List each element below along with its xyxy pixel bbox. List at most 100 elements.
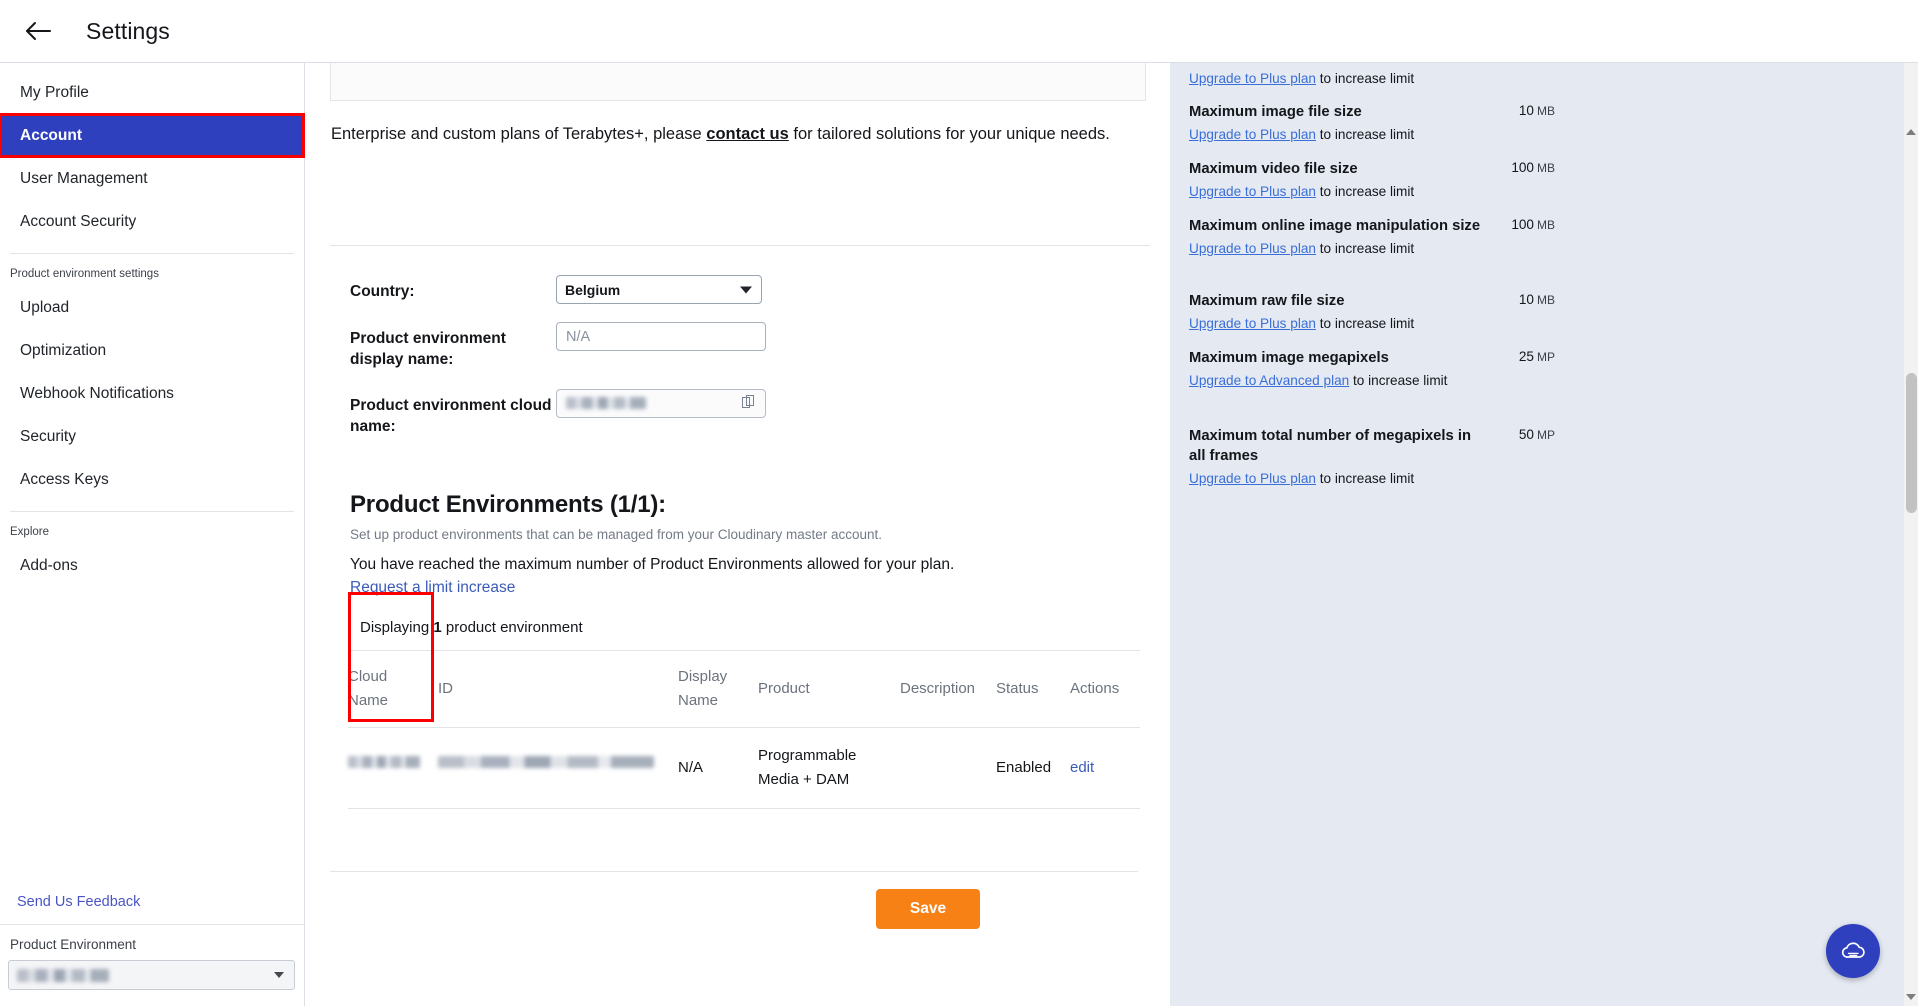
cell-status: Enabled xyxy=(996,728,1070,809)
cloudinary-help-button[interactable] xyxy=(1826,924,1880,978)
sidebar-item-security[interactable]: Security xyxy=(0,415,304,458)
limit-value-number: 25 xyxy=(1519,349,1534,364)
sidebar-item-webhook-notifications[interactable]: Webhook Notifications xyxy=(0,372,304,415)
chevron-down-icon xyxy=(740,286,752,293)
sidebar-item-label: My Profile xyxy=(20,84,89,102)
product-environment-value-redacted xyxy=(17,969,109,982)
upgrade-link[interactable]: Upgrade to Plus plan xyxy=(1189,316,1316,331)
display-name-placeholder: N/A xyxy=(566,329,590,345)
limit-item-online-manipulation-size: Maximum online image manipulation size U… xyxy=(1189,217,1555,258)
displaying-prefix: Displaying xyxy=(360,619,433,636)
limit-value: 50MP xyxy=(1519,427,1555,442)
table-header-row: Cloud Name ID Display Name Product Descr… xyxy=(348,651,1140,728)
sidebar-item-label: Upload xyxy=(20,299,69,317)
column-header-description: Description xyxy=(900,651,996,728)
country-select[interactable]: Belgium xyxy=(556,275,762,304)
limit-item-raw-file-size: Maximum raw file size Upgrade to Plus pl… xyxy=(1189,292,1555,333)
cloud-name-value-redacted xyxy=(566,397,646,409)
upgrade-suffix: to increase limit xyxy=(1316,316,1414,331)
contact-us-link[interactable]: contact us xyxy=(706,125,789,143)
limit-upgrade-text: Upgrade to Advanced plan to increase lim… xyxy=(1189,371,1489,390)
sidebar-item-add-ons[interactable]: Add-ons xyxy=(0,544,304,587)
page-title: Settings xyxy=(86,18,170,45)
upgrade-suffix: to increase limit xyxy=(1349,373,1447,388)
upgrade-suffix: to increase limit xyxy=(1316,127,1414,142)
displaying-count-text: Displaying 1 product environment xyxy=(306,619,1170,636)
limit-name: Maximum total number of megapixels in al… xyxy=(1189,427,1481,467)
enterprise-note-suffix: for tailored solutions for your unique n… xyxy=(789,125,1110,143)
limit-name: Maximum online image manipulation size xyxy=(1189,217,1481,237)
displaying-suffix: product environment xyxy=(442,619,583,636)
limit-name: Maximum image megapixels xyxy=(1189,349,1481,369)
id-redacted xyxy=(438,756,654,768)
upgrade-link[interactable]: Upgrade to Plus plan xyxy=(1189,184,1316,199)
limit-value-number: 50 xyxy=(1519,427,1534,442)
column-header-status: Status xyxy=(996,651,1070,728)
scrollbar-thumb[interactable] xyxy=(1906,373,1917,513)
sidebar-item-label: Access Keys xyxy=(20,471,109,489)
plan-limits-panel: Upgrade to Plus plan to increase limit M… xyxy=(1170,63,1918,1006)
product-environments-title: Product Environments (1/1): xyxy=(306,491,1170,519)
upgrade-link[interactable]: Upgrade to Plus plan xyxy=(1189,471,1316,486)
upgrade-link[interactable]: Upgrade to Advanced plan xyxy=(1189,373,1349,388)
limit-value-unit: MB xyxy=(1537,218,1555,232)
enterprise-note-prefix: Enterprise and custom plans of Terabytes… xyxy=(331,125,706,143)
page-scrollbar[interactable] xyxy=(1904,63,1918,1006)
country-select-value: Belgium xyxy=(565,282,620,298)
sidebar-item-label: User Management xyxy=(20,170,148,188)
upgrade-link[interactable]: Upgrade to Plus plan xyxy=(1189,127,1316,142)
cloud-name-input[interactable] xyxy=(556,389,766,418)
cloud-name-redacted xyxy=(348,756,420,768)
form-row-country: Country: Belgium xyxy=(306,275,1170,304)
sidebar-item-user-management[interactable]: User Management xyxy=(0,157,304,200)
upgrade-suffix: to increase limit xyxy=(1316,184,1414,199)
sidebar-section-explore: Explore xyxy=(0,512,304,544)
column-header-actions: Actions xyxy=(1070,651,1140,728)
limit-value-number: 10 xyxy=(1519,103,1534,118)
sidebar-item-account[interactable]: Account xyxy=(0,114,304,157)
cloud-icon xyxy=(1839,941,1867,961)
limit-value-unit: MB xyxy=(1537,161,1555,175)
sidebar-item-optimization[interactable]: Optimization xyxy=(0,329,304,372)
scroll-down-arrow-icon[interactable] xyxy=(1906,994,1916,1000)
product-environments-section: Product Environments (1/1): Set up produ… xyxy=(306,491,1170,809)
sidebar-item-upload[interactable]: Upload xyxy=(0,286,304,329)
sidebar: My Profile Account User Management Accou… xyxy=(0,63,305,1006)
column-header-cloud-name: Cloud Name xyxy=(348,651,438,728)
table-row: N/A Programmable Media + DAM Enabled edi… xyxy=(348,728,1140,809)
request-limit-increase-link[interactable]: Request a limit increase xyxy=(306,579,1170,597)
limit-item-image-file-size: Maximum image file size Upgrade to Plus … xyxy=(1189,103,1555,144)
upgrade-link[interactable]: Upgrade to Plus plan xyxy=(1189,241,1316,256)
limit-value-number: 100 xyxy=(1511,160,1534,175)
limit-name: Maximum video file size xyxy=(1189,160,1481,180)
displaying-count: 1 xyxy=(433,619,441,636)
sidebar-item-account-security[interactable]: Account Security xyxy=(0,200,304,243)
partial-card-above xyxy=(330,63,1146,101)
upgrade-suffix: to increase limit xyxy=(1316,241,1414,256)
upgrade-suffix: to increase limit xyxy=(1316,471,1414,486)
display-name-label: Product environment display name: xyxy=(306,322,556,371)
cell-product: Programmable Media + DAM xyxy=(758,728,900,809)
cell-display-name: N/A xyxy=(678,728,758,809)
send-us-feedback-link[interactable]: Send Us Feedback xyxy=(0,894,305,924)
sidebar-item-label: Account Security xyxy=(20,213,136,231)
product-environment-label: Product Environment xyxy=(10,937,305,960)
edit-link[interactable]: edit xyxy=(1070,759,1094,776)
limit-name: Maximum raw file size xyxy=(1189,292,1481,312)
display-name-input[interactable]: N/A xyxy=(556,322,766,351)
copy-icon[interactable] xyxy=(742,395,756,411)
sidebar-item-label: Webhook Notifications xyxy=(20,385,174,403)
sidebar-item-my-profile[interactable]: My Profile xyxy=(0,71,304,114)
product-environment-select[interactable] xyxy=(8,960,295,990)
sidebar-item-label: Account xyxy=(20,127,82,145)
sidebar-item-label: Add-ons xyxy=(20,557,78,575)
upgrade-link[interactable]: Upgrade to Plus plan xyxy=(1189,71,1316,86)
sidebar-item-access-keys[interactable]: Access Keys xyxy=(0,458,304,501)
limit-upgrade-text: Upgrade to Plus plan to increase limit xyxy=(1189,469,1489,488)
save-button[interactable]: Save xyxy=(876,889,980,929)
cloud-name-label: Product environment cloud name: xyxy=(306,389,556,438)
scroll-up-arrow-icon[interactable] xyxy=(1906,129,1916,135)
limit-value-unit: MB xyxy=(1537,293,1555,307)
limit-item-image-megapixels: Maximum image megapixels Upgrade to Adva… xyxy=(1189,349,1555,390)
back-arrow-icon[interactable] xyxy=(22,15,54,47)
